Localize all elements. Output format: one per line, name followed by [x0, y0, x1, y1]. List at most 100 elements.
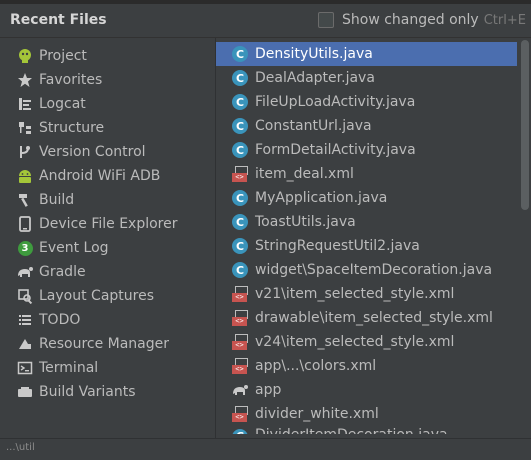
recent-file-name: divider_white.xml: [255, 406, 379, 422]
xml-file-icon: <>: [231, 405, 249, 423]
recent-file-name: app: [255, 382, 282, 398]
toolwindow-terminal[interactable]: Terminal: [16, 356, 98, 380]
structure-icon: [16, 119, 34, 137]
recent-file-name: DensityUtils.java: [255, 46, 373, 62]
java-class-icon: C: [231, 141, 249, 159]
toolwindow-build-variants[interactable]: Build Variants: [16, 380, 136, 404]
recent-file-name: item_deal.xml: [255, 166, 354, 182]
toolwindow-label: Device File Explorer: [39, 216, 178, 232]
toolwindow-logcat[interactable]: Logcat: [16, 92, 86, 116]
toolwindow-label: Version Control: [39, 144, 146, 160]
toolwindow-label: Terminal: [39, 360, 99, 376]
scrollbar-thumb[interactable]: [521, 40, 529, 210]
file-list-scrollbar[interactable]: [517, 38, 531, 438]
toolwindow-todo[interactable]: TODO: [16, 308, 80, 332]
xml-glyph: <>: [232, 358, 248, 374]
toolwindow-gradle[interactable]: Gradle: [16, 260, 86, 284]
recent-file-row[interactable]: <> item_deal.xml: [216, 162, 517, 186]
vcs-icon: [16, 143, 34, 161]
toolwindow-device-file-explorer[interactable]: Device File Explorer: [16, 212, 178, 236]
xml-tag-glyph: <>: [232, 317, 247, 326]
recent-file-row[interactable]: C StringRequestUtil2.java: [216, 234, 517, 258]
java-class-glyph: C: [232, 118, 248, 134]
xml-file-icon: <>: [231, 333, 249, 351]
todo-icon: [16, 311, 34, 329]
terminal-icon: [16, 359, 34, 377]
java-class-glyph: C: [232, 46, 248, 62]
toolwindow-label: Gradle: [39, 264, 86, 280]
shortcut-hint: Ctrl+E: [483, 12, 526, 28]
toolwindow-label: Android WiFi ADB: [39, 168, 161, 184]
java-class-icon: C: [231, 237, 249, 255]
recent-file-name: v24\item_selected_style.xml: [255, 334, 455, 350]
recent-file-row[interactable]: C FileUpLoadActivity.java: [216, 90, 517, 114]
recent-file-row[interactable]: app: [216, 378, 517, 402]
toolwindow-project[interactable]: Project: [16, 44, 87, 68]
recent-file-row[interactable]: C MyApplication.java: [216, 186, 517, 210]
toolwindow-android-wifi-adb[interactable]: Android WiFi ADB: [16, 164, 160, 188]
java-class-icon: C: [231, 213, 249, 231]
star-icon: [16, 71, 34, 89]
gradle-icon: [16, 263, 34, 281]
recent-file-name: FileUpLoadActivity.java: [255, 94, 416, 110]
java-class-icon: C: [231, 189, 249, 207]
toolwindow-favorites[interactable]: Favorites: [16, 68, 102, 92]
toolwindow-resource-manager[interactable]: Resource Manager: [16, 332, 169, 356]
recent-file-row[interactable]: C ToastUtils.java: [216, 210, 517, 234]
recent-file-row[interactable]: C FormDetailActivity.java: [216, 138, 517, 162]
java-class-glyph: C: [232, 262, 248, 278]
java-class-icon: C: [231, 45, 249, 63]
java-class-glyph: C: [232, 142, 248, 158]
recent-file-name: DealAdapter.java: [255, 70, 375, 86]
recent-file-row[interactable]: <> app\...\colors.xml: [216, 354, 517, 378]
recent-file-row[interactable]: C DealAdapter.java: [216, 66, 517, 90]
recent-file-name: ToastUtils.java: [255, 214, 356, 230]
recent-file-name: app\...\colors.xml: [255, 358, 377, 374]
toolwindow-build[interactable]: Build: [16, 188, 74, 212]
java-class-glyph: C: [232, 428, 248, 434]
hammer-icon: [16, 191, 34, 209]
show-changed-label: Show changed only: [342, 12, 479, 28]
recent-file-row[interactable]: C ConstantUrl.java: [216, 114, 517, 138]
android-icon: [16, 47, 34, 65]
recent-file-row[interactable]: <> drawable\item_selected_style.xml: [216, 306, 517, 330]
show-changed-only-toggle[interactable]: Show changed only Ctrl+E: [318, 11, 526, 29]
toolwindow-label: Build Variants: [39, 384, 136, 400]
recent-file-name: v21\item_selected_style.xml: [255, 286, 455, 302]
java-class-glyph: C: [232, 94, 248, 110]
toolwindow-structure[interactable]: Structure: [16, 116, 104, 140]
recent-file-row[interactable]: <> v21\item_selected_style.xml: [216, 282, 517, 306]
recent-file-row[interactable]: <> v24\item_selected_style.xml: [216, 330, 517, 354]
popup-title: Recent Files: [10, 12, 107, 28]
java-class-glyph: C: [232, 214, 248, 230]
recent-file-row[interactable]: C DensityUtils.java: [216, 42, 517, 66]
toolwindow-label: Resource Manager: [39, 336, 170, 352]
xml-tag-glyph: <>: [232, 413, 247, 422]
toolwindow-label: TODO: [39, 312, 81, 328]
recent-file-row[interactable]: <> divider_white.xml: [216, 402, 517, 426]
toolwindow-label: Build: [39, 192, 75, 208]
toolwindow-label: Event Log: [39, 240, 109, 256]
recent-file-name: StringRequestUtil2.java: [255, 238, 420, 254]
recent-file-name: FormDetailActivity.java: [255, 142, 416, 158]
xml-tag-glyph: <>: [232, 365, 247, 374]
java-class-glyph: C: [232, 238, 248, 254]
toolwindow-label: Project: [39, 48, 87, 64]
toolwindow-layout-captures[interactable]: Layout Captures: [16, 284, 154, 308]
toolwindow-version-control[interactable]: Version Control: [16, 140, 146, 164]
toolwindow-event-log[interactable]: 3 Event Log: [16, 236, 109, 260]
recent-file-row[interactable]: Cwidget\SpaceItemDecoration.java: [216, 258, 517, 282]
android-wifi-icon: [16, 167, 34, 185]
recent-file-row[interactable]: C DividerItemDecoration.java: [216, 426, 517, 434]
xml-file-icon: <>: [231, 165, 249, 183]
java-class-icon: C: [231, 261, 249, 279]
toolwindow-label: Favorites: [39, 72, 103, 88]
xml-tag-glyph: <>: [232, 341, 247, 350]
xml-glyph: <>: [232, 166, 248, 182]
gradle-elephant-icon: [231, 381, 249, 399]
resource-manager-icon: [16, 335, 34, 353]
xml-glyph: <>: [232, 286, 248, 302]
java-class-icon: C: [231, 93, 249, 111]
layout-captures-icon: [16, 287, 34, 305]
show-changed-checkbox[interactable]: [318, 12, 334, 28]
